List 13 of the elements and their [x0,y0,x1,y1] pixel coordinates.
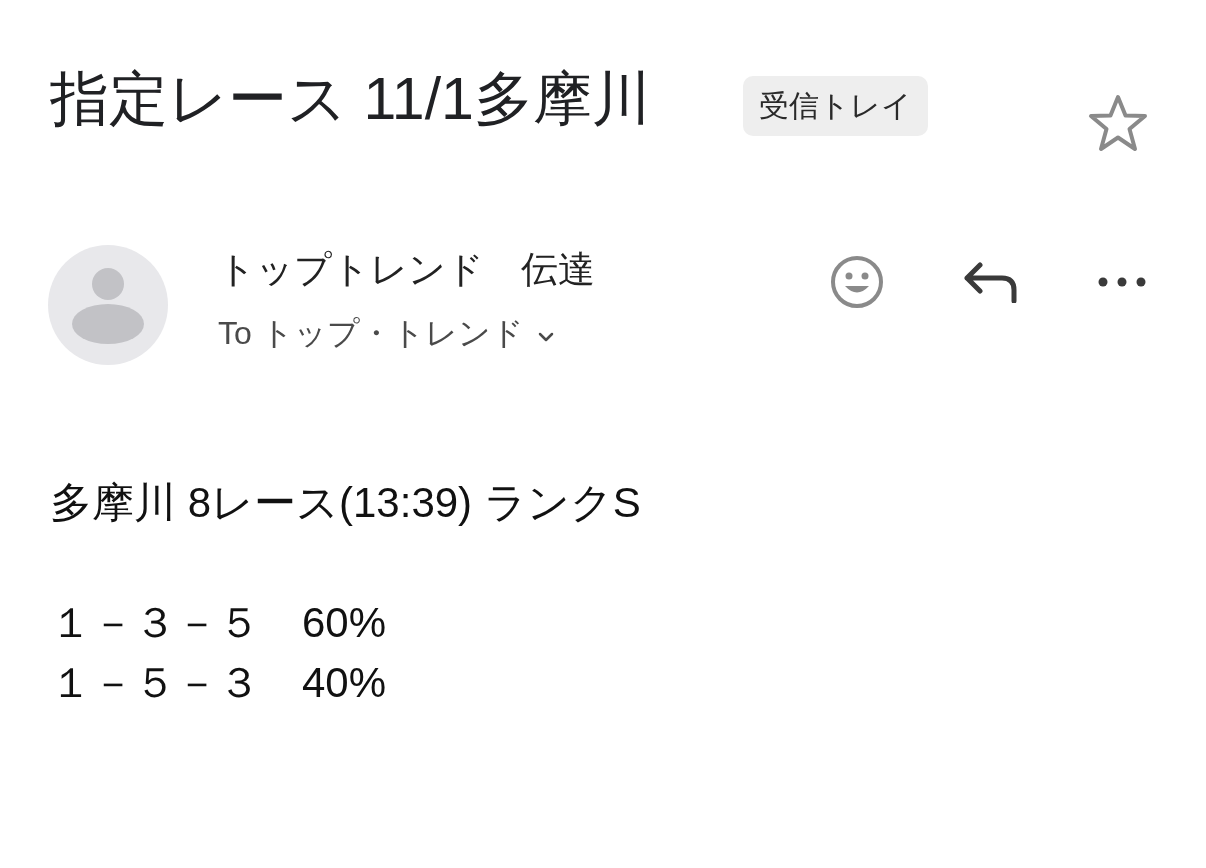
message-line: 多摩川 8レース(13:39) ランクS [50,478,641,528]
smiley-icon[interactable] [830,255,884,309]
sender-name: トップトレンド 伝達 [218,248,595,292]
recipients-toggle[interactable]: To トップ・トレンド [218,312,595,355]
star-icon[interactable] [1088,94,1148,152]
avatar-icon [48,245,168,365]
reply-icon[interactable] [962,261,1018,303]
message-line: １－５－３ 40% [50,658,387,708]
message-line: １－３－５ 60% [50,598,387,648]
label-chip: 受信トレイ [742,76,928,136]
email-subject: 指定レース 11/1多摩川 [50,65,651,134]
more-icon[interactable] [1098,277,1146,287]
chevron-down-icon [537,331,554,342]
